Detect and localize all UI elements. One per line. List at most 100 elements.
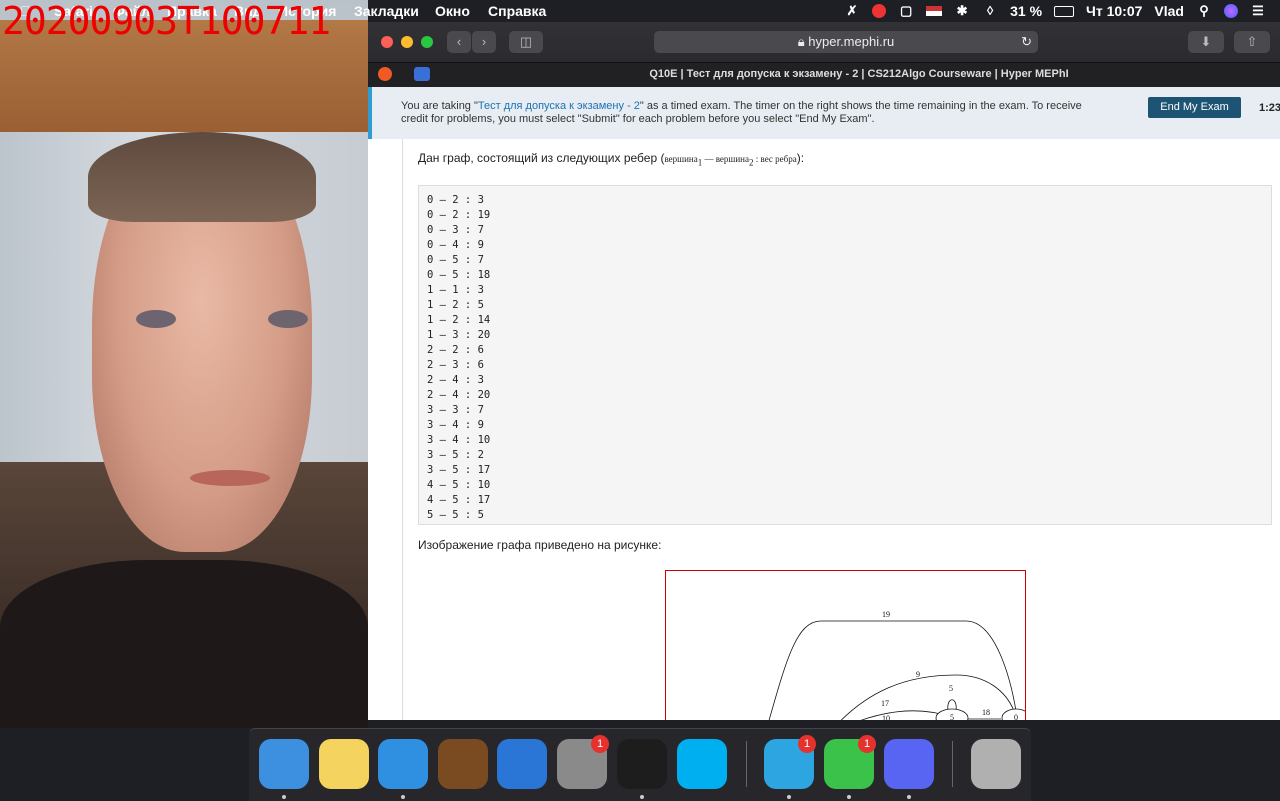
siri-icon[interactable]	[1224, 4, 1238, 18]
sidebar-icon: ◫	[519, 34, 533, 49]
timed-exam-banner: You are taking "Тест для допуска к экзам…	[368, 87, 1280, 139]
formula-dash: —	[702, 154, 716, 164]
pinned-tab-icon[interactable]	[378, 67, 392, 81]
pinned-tab-icon[interactable]	[414, 67, 430, 81]
app-running-indicator	[640, 795, 644, 799]
menu-help[interactable]: Справка	[488, 3, 546, 19]
formula-colon: :	[753, 154, 761, 164]
macos-dock: 1 1 1	[249, 728, 1031, 801]
webcam-person-shirt	[0, 560, 368, 728]
app-running-indicator	[401, 795, 405, 799]
edge-row: 4 – 5 : 10	[427, 479, 491, 491]
exam-link[interactable]: Тест для допуска к экзамену - 2	[478, 100, 640, 112]
skype-icon[interactable]	[677, 739, 727, 789]
graph-edge-label: 18	[982, 708, 990, 717]
zoom-window-button[interactable]	[421, 36, 433, 48]
browser-toolbar: ‹ › ◫ 🔒︎ hyper.mephi.ru ↻ ⬇ ⇧	[368, 22, 1280, 62]
battery-icon[interactable]	[1054, 5, 1075, 17]
graph-drawing: 19 9 5 17 5 18 0 10	[768, 610, 1031, 720]
edge-row: 0 – 2 : 19	[427, 209, 491, 221]
webcam-feed	[0, 0, 368, 728]
edge-row: 2 – 2 : 6	[427, 344, 484, 356]
graph-node-label: 0	[1014, 713, 1018, 720]
question-text-end: ):	[796, 151, 805, 165]
address-bar-url: hyper.mephi.ru	[808, 34, 895, 49]
download-icon: ⬇	[1200, 34, 1212, 49]
app-running-indicator	[847, 795, 851, 799]
minimize-window-button[interactable]	[401, 36, 413, 48]
share-button[interactable]: ⇧	[1234, 31, 1270, 53]
edge-row: 3 – 4 : 10	[427, 434, 491, 446]
edge-row: 1 – 1 : 3	[427, 284, 484, 296]
trash-icon[interactable]	[971, 739, 1021, 789]
graph-edge-label: 10	[882, 714, 890, 720]
graph-edge-label: 5	[949, 684, 953, 693]
edge-row: 4 – 5 : 17	[427, 494, 491, 506]
active-tab-title[interactable]: Q10E | Тест для допуска к экзамену - 2 |…	[438, 68, 1280, 80]
menu-user[interactable]: Vlad	[1154, 3, 1184, 19]
edge-row: 1 – 3 : 20	[427, 329, 491, 341]
formula-weight: вес ребра	[760, 154, 797, 164]
flag-us-icon[interactable]	[926, 6, 943, 16]
webcam-person-mouth	[190, 470, 270, 486]
edge-row: 0 – 5 : 18	[427, 269, 491, 281]
spotlight-search-icon[interactable]: ⚲	[1196, 4, 1212, 18]
edge-row: 3 – 5 : 17	[427, 464, 491, 476]
menu-bookmarks[interactable]: Закладки	[354, 3, 419, 19]
sidebar-button[interactable]: ◫	[509, 31, 543, 53]
pycharm-icon[interactable]	[617, 739, 667, 789]
mute-icon[interactable]: ✗	[844, 4, 860, 18]
app-running-indicator	[787, 795, 791, 799]
webcam-timestamp: 20200903T100711	[2, 0, 331, 43]
finder-icon[interactable]	[259, 739, 309, 789]
bluetooth-icon[interactable]: ✱	[954, 4, 970, 18]
wifi-icon[interactable]: ◊	[982, 4, 998, 18]
edge-row: 0 – 4 : 9	[427, 239, 484, 251]
menu-window[interactable]: Окно	[435, 3, 470, 19]
display-icon[interactable]: ▢	[898, 4, 914, 18]
app-badge: 1	[591, 735, 609, 753]
graph-edge-label: 17	[881, 699, 889, 708]
discord-icon[interactable]	[884, 739, 934, 789]
menu-clock[interactable]: Чт 10:07	[1086, 3, 1142, 19]
edge-row: 0 – 5 : 7	[427, 254, 484, 266]
edge-row: 0 – 2 : 3	[427, 194, 484, 206]
safari-icon[interactable]	[378, 739, 428, 789]
back-button[interactable]: ‹	[447, 31, 471, 53]
reload-icon[interactable]: ↻	[1021, 31, 1032, 53]
edge-row: 2 – 3 : 6	[427, 359, 484, 371]
edge-row: 2 – 4 : 20	[427, 389, 491, 401]
end-my-exam-button[interactable]: End My Exam	[1148, 97, 1241, 118]
edge-row: 1 – 2 : 5	[427, 299, 484, 311]
app-badge: 1	[858, 735, 876, 753]
formula-vertex: вершина	[664, 154, 698, 164]
battery-percent: 31 %	[1010, 3, 1043, 19]
edge-row: 3 – 4 : 9	[427, 419, 484, 431]
app-running-indicator	[907, 795, 911, 799]
graph-edge	[768, 620, 1017, 720]
address-bar[interactable]: 🔒︎ hyper.mephi.ru ↻	[654, 31, 1038, 53]
downloads-button[interactable]: ⬇	[1188, 31, 1224, 53]
close-window-button[interactable]	[381, 36, 393, 48]
notification-center-icon[interactable]: ☰	[1250, 4, 1266, 18]
formula-vertex: вершина	[715, 154, 749, 164]
webcam-person-eye	[268, 310, 308, 328]
graph-edge	[860, 710, 952, 720]
safari-window: ‹ › ◫ 🔒︎ hyper.mephi.ru ↻ ⬇ ⇧ Q10E | Тес…	[368, 22, 1280, 720]
chevron-right-icon: ›	[481, 34, 487, 49]
content-left-border	[402, 139, 403, 720]
app-badge: 1	[798, 735, 816, 753]
menu-bar-status-area: ✗ ▢ ✱ ◊ 31 % Чт 10:07 Vlad ⚲ ☰	[844, 0, 1280, 22]
xcode-icon[interactable]	[497, 739, 547, 789]
garageband-icon[interactable]	[438, 739, 488, 789]
edge-row: 5 – 5 : 5	[427, 509, 484, 521]
edge-row: 1 – 2 : 14	[427, 314, 491, 326]
graph-edge-label: 9	[916, 670, 920, 679]
graph-image: 19 9 5 17 5 18 0 10	[665, 570, 1031, 720]
notes-icon[interactable]	[319, 739, 369, 789]
notification-badge-icon[interactable]	[872, 4, 887, 18]
graph-image-caption: Изображение графа приведено на рисунке:	[418, 538, 662, 552]
forward-button[interactable]: ›	[472, 31, 496, 53]
question-text: Дан граф, состоящий из следующих ребер (	[418, 151, 665, 165]
graph-edge-label: 19	[882, 610, 890, 619]
